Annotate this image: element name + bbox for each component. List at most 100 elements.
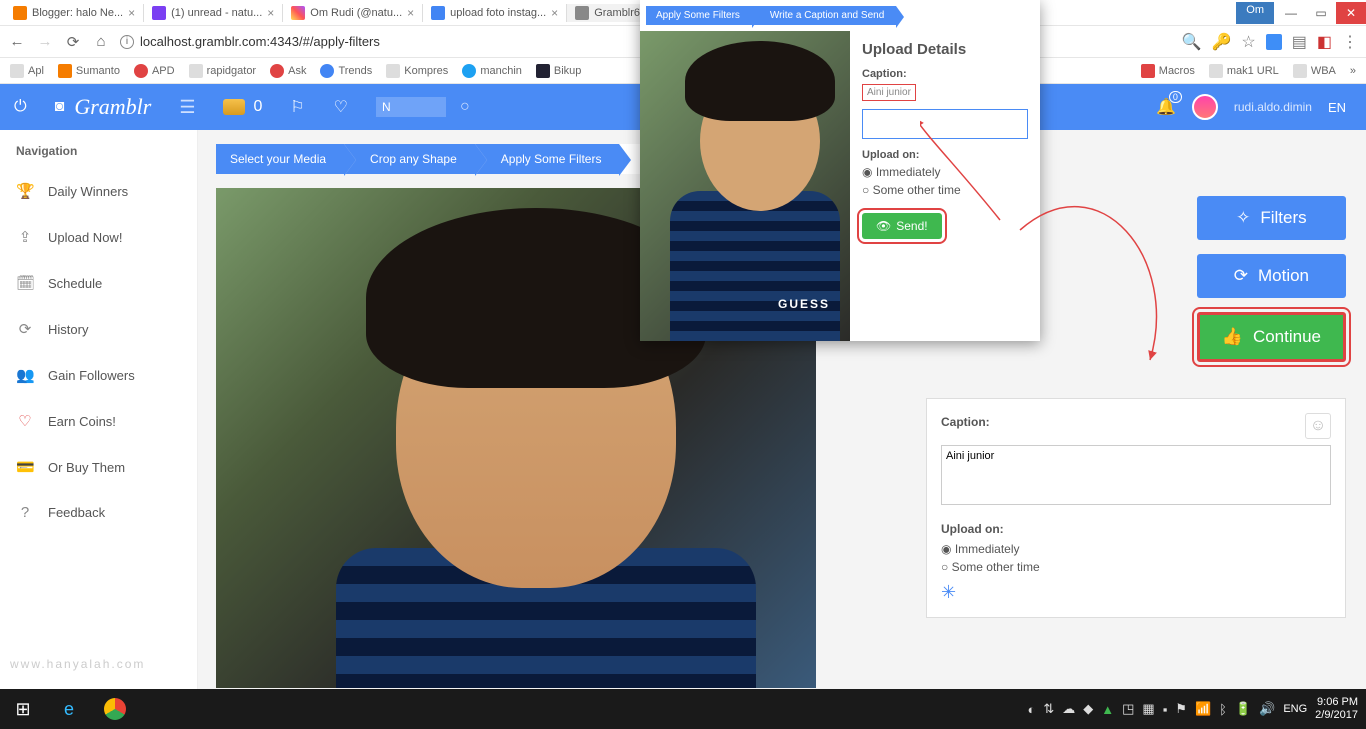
card-icon: 💳 [16, 458, 34, 476]
nav-upload-now[interactable]: ⇪Upload Now! [0, 214, 197, 260]
caption-input[interactable] [941, 445, 1331, 505]
bookmark-overflow-icon[interactable]: » [1350, 65, 1356, 77]
step-crop[interactable]: Crop any Shape [344, 144, 475, 174]
browser-tab[interactable]: Om Rudi (@natu...× [283, 4, 423, 22]
power-button[interactable]: ⏻ [0, 84, 41, 130]
bell-icon[interactable]: 🔔0 [1156, 97, 1176, 117]
tray-icon[interactable]: ⚑ [1175, 701, 1187, 717]
bookmark[interactable]: APD [134, 64, 175, 78]
key-icon[interactable]: 🔑 [1211, 32, 1231, 52]
nav-buy-coins[interactable]: 💳Or Buy Them [0, 444, 197, 490]
bookmark[interactable]: Sumanto [58, 64, 120, 78]
tray-icon[interactable]: ☁ [1062, 701, 1075, 717]
nav-history[interactable]: ⟳History [0, 306, 197, 352]
menu-icon[interactable]: ☰ [165, 84, 209, 130]
zoom-icon[interactable]: 🔍 [1182, 32, 1202, 52]
pdf-icon[interactable]: ◧ [1317, 32, 1332, 52]
forward-icon[interactable]: → [36, 33, 54, 50]
bookmark[interactable]: Kompres [386, 64, 448, 78]
close-icon[interactable]: × [407, 6, 414, 20]
taskbar-chrome[interactable] [92, 689, 138, 729]
tray-volume-icon[interactable]: 🔊 [1259, 701, 1275, 717]
filters-icon: ✧ [1236, 208, 1250, 228]
bookmark[interactable]: manchin [462, 64, 522, 78]
close-icon[interactable]: × [128, 6, 135, 20]
motion-button[interactable]: ⟳Motion [1197, 254, 1346, 298]
taskbar-ie[interactable]: e [46, 689, 92, 729]
bookmark[interactable]: WBA [1293, 64, 1336, 78]
upload-details-overlay: Apply Some Filters Write a Caption and S… [640, 0, 1040, 341]
step-filters[interactable]: Apply Some Filters [475, 144, 620, 174]
sidebar: Navigation 🏆Daily Winners ⇪Upload Now! 🗓… [0, 130, 198, 695]
extension-icon[interactable] [1266, 34, 1282, 50]
overlay-caption-value[interactable]: Aini junior [862, 84, 916, 101]
tray-signal-icon[interactable]: 📶 [1195, 701, 1211, 717]
coin-counter[interactable]: 0 [209, 84, 276, 130]
overlay-radio-immediately[interactable]: ◉ Immediately [862, 165, 1028, 179]
heart-icon[interactable]: ♡ [334, 97, 348, 117]
overlay-caption-box[interactable] [862, 109, 1028, 139]
nav-daily-winners[interactable]: 🏆Daily Winners [0, 168, 197, 214]
bookmark[interactable]: Macros [1141, 64, 1195, 78]
overlay-upload-label: Upload on: [862, 149, 1028, 161]
browser-tab[interactable]: (1) unread - natu...× [144, 4, 283, 22]
tray-battery-icon[interactable]: 🔋 [1235, 701, 1251, 717]
chrome-user-badge[interactable]: Om [1236, 2, 1274, 24]
nav-schedule[interactable]: 🗓Schedule [0, 260, 197, 306]
close-window-button[interactable]: ✕ [1336, 2, 1366, 24]
nav-gain-followers[interactable]: 👥Gain Followers [0, 352, 197, 398]
close-icon[interactable]: × [267, 6, 274, 20]
overlay-step-filters[interactable]: Apply Some Filters [646, 6, 752, 25]
extension-icon[interactable]: ▤ [1292, 32, 1307, 52]
reload-icon[interactable]: ⟳ [64, 33, 82, 51]
continue-button[interactable]: 👍Continue [1197, 312, 1346, 362]
overlay-step-caption[interactable]: Write a Caption and Send [752, 6, 896, 25]
username[interactable]: rudi.aldo.dimin [1234, 100, 1312, 114]
maximize-button[interactable]: ▭ [1306, 2, 1336, 24]
flag-icon[interactable]: ⚐ [290, 97, 304, 117]
tray-clock[interactable]: 9:06 PM2/9/2017 [1315, 696, 1358, 722]
tray-bluetooth-icon[interactable]: ᛒ [1219, 702, 1227, 717]
search-input[interactable] [376, 97, 446, 117]
browser-tabs: Blogger: halo Ne...× (1) unread - natu..… [5, 4, 1236, 22]
bookmark[interactable]: Trends [320, 64, 372, 78]
history-icon: ⟳ [16, 320, 34, 338]
tray-icon[interactable]: ▦ [1142, 701, 1154, 717]
close-icon[interactable]: × [551, 6, 558, 20]
bookmark[interactable]: Bikup [536, 64, 582, 78]
language-selector[interactable]: EN [1328, 100, 1346, 115]
emoji-button[interactable]: ☺ [1305, 413, 1331, 439]
star-icon[interactable]: ☆ [1241, 32, 1255, 52]
tray-icon[interactable]: ▪ [1163, 702, 1168, 717]
loading-spinner: ✳ [941, 582, 1331, 603]
back-icon[interactable]: ← [8, 33, 26, 50]
tray-icon[interactable]: ◐ [1027, 702, 1035, 717]
filters-button[interactable]: ✧Filters [1197, 196, 1346, 240]
tray-lang[interactable]: ENG [1283, 703, 1307, 715]
bookmark[interactable]: Apl [10, 64, 44, 78]
tray-icon[interactable]: ◳ [1122, 701, 1134, 717]
send-button[interactable]: 👁 Send! [862, 213, 942, 239]
radio-immediately[interactable]: ◉ Immediately [941, 542, 1331, 556]
start-button[interactable]: ⊞ [0, 689, 46, 729]
bookmark[interactable]: rapidgator [189, 64, 257, 78]
browser-tab[interactable]: upload foto instag...× [423, 4, 567, 22]
step-select-media[interactable]: Select your Media [216, 144, 344, 174]
overlay-photo: GUESS [640, 31, 850, 341]
menu-icon[interactable]: ⋮ [1342, 32, 1358, 52]
avatar[interactable] [1192, 94, 1218, 120]
overlay-radio-other[interactable]: ○ Some other time [862, 183, 1028, 197]
tray-icon[interactable]: ⇅ [1043, 701, 1054, 717]
minimize-button[interactable]: — [1276, 2, 1306, 24]
browser-tab[interactable]: Blogger: halo Ne...× [5, 4, 144, 22]
nav-feedback[interactable]: ?Feedback [0, 490, 197, 535]
bookmark[interactable]: mak1 URL [1209, 64, 1279, 78]
home-icon[interactable]: ⌂ [92, 33, 110, 50]
watermark: www.hanyalah.com [10, 657, 145, 671]
window-controls: Om — ▭ ✕ [1236, 2, 1366, 24]
tray-icon[interactable]: ▲ [1101, 702, 1114, 717]
bookmark[interactable]: Ask [270, 64, 306, 78]
tray-icon[interactable]: ◆ [1083, 701, 1093, 717]
radio-some-other-time[interactable]: ○ Some other time [941, 560, 1331, 574]
nav-earn-coins[interactable]: ♡Earn Coins! [0, 398, 197, 444]
